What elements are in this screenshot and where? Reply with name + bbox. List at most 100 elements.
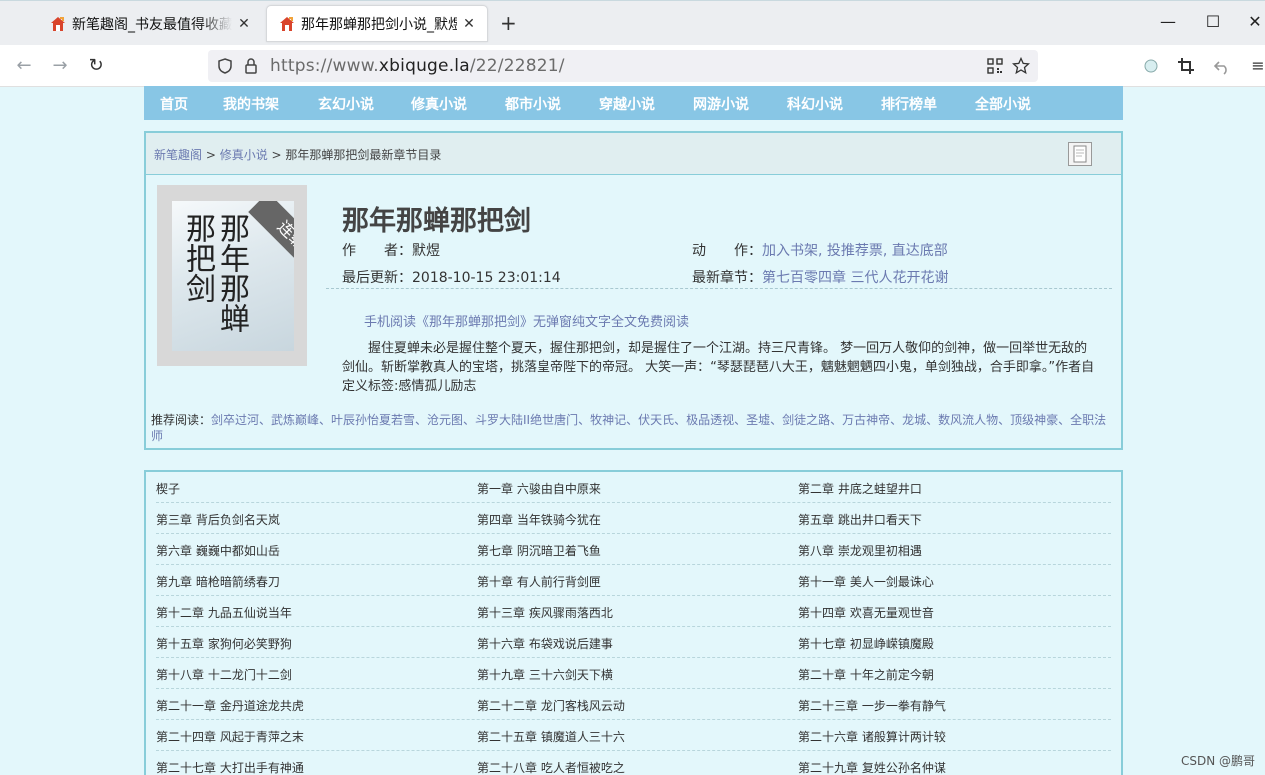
chapter-link[interactable]: 第二十二章 龙门客栈风云动 [477,697,625,714]
chapter-link[interactable]: 第十八章 十二龙门十二剑 [156,666,292,683]
chapter-link[interactable]: 楔子 [156,480,180,497]
latest-chapter-link[interactable]: 第七百零四章 三代人花开花谢 [762,270,948,286]
breadcrumb-current: 那年那蝉那把剑最新章节目录 [285,148,442,162]
book-info-panel: 新笔趣阁 > 修真小说 > 那年那蝉那把剑最新章节目录 那年那蝉那把剑 连载中 … [144,131,1123,450]
chapter-link[interactable]: 第十四章 欢喜无量观世音 [798,604,934,621]
recommend-links[interactable]: 剑卒过河、武炼巅峰、叶辰孙怡夏若雪、沧元图、斗罗大陆II绝世唐门、牧神记、伏天氏… [151,413,1106,443]
chapter-link[interactable]: 第十七章 初显峥嵘镇魔殿 [798,635,934,652]
chapter-link[interactable]: 第二十三章 一步一拳有静气 [798,697,946,714]
shield-icon[interactable] [216,57,234,75]
nav-item-chuanyue[interactable]: 穿越小说 [599,94,655,114]
chapter-row: 第三章 背后负剑名天岚 第四章 当年铁骑今犹在 第五章 跳出井口看天下 [156,503,1111,534]
chapter-link[interactable]: 第八章 崇龙观里初相遇 [798,542,922,559]
book-actions-links[interactable]: 加入书架, 投推荐票, 直达底部 [762,243,948,259]
lock-icon[interactable] [242,57,260,75]
nav-item-home[interactable]: 首页 [160,94,188,114]
chapter-link[interactable]: 第二十五章 镇魔道人三十六 [477,728,625,745]
forward-arrow-icon[interactable]: → [48,55,72,79]
browser-tab-1[interactable]: 那年那蝉那把剑小说_默煜_ ✕ [266,5,488,42]
chapter-link[interactable]: 第十九章 三十六剑天下横 [477,666,613,683]
chapter-link[interactable]: 第二十八章 吃人者恒被吃之 [477,759,625,775]
chapter-link[interactable]: 第一章 六骏由自中原来 [477,480,601,497]
tab-close-icon[interactable]: ✕ [236,16,252,32]
back-arrow-icon[interactable]: ← [12,55,36,79]
chapter-link[interactable]: 第六章 巍巍中都如山岳 [156,542,280,559]
tab-title: 那年那蝉那把剑小说_默煜_ [301,16,457,33]
chapter-link[interactable]: 第五章 跳出井口看天下 [798,511,922,528]
chapter-link[interactable]: 第二十一章 金丹道途龙共虎 [156,697,304,714]
extension-icon[interactable] [1142,57,1160,75]
breadcrumb-bar: 新笔趣阁 > 修真小说 > 那年那蝉那把剑最新章节目录 [146,133,1121,175]
book-description: 握住夏蝉未必是握住整个夏天，握住那把剑，却是握住了一个江湖。持三尺青锋。 梦一回… [342,341,1095,394]
nav-item-xuanhuan[interactable]: 玄幻小说 [318,94,374,114]
chapter-link[interactable]: 第十五章 家狗何必笑野狗 [156,635,292,652]
nav-item-dushi[interactable]: 都市小说 [505,94,561,114]
tab-title: 新笔趣阁_书友最值得收藏的网络小说阅读网 [72,16,232,33]
nav-item-xiuzhen[interactable]: 修真小说 [411,94,467,114]
chapter-link[interactable]: 第二章 井底之蛙望井口 [798,480,922,497]
new-tab-button[interactable]: + [500,11,517,35]
browser-toolbar: ← → ↻ https://www.xbiquge.la/22/22821/ ≡ [0,45,1265,87]
crop-screenshot-icon[interactable] [1177,57,1195,75]
breadcrumb-category-link[interactable]: 修真小说 [220,148,268,162]
updated-line: 最后更新：2018-10-15 23:01:14 [342,270,561,286]
chapter-link[interactable]: 第十章 有人前行背剑匣 [477,573,601,590]
chapter-link[interactable]: 第四章 当年铁骑今犹在 [477,511,601,528]
menu-icon[interactable]: ≡ [1246,55,1265,79]
chapter-link[interactable]: 第十三章 疾风骤雨落西北 [477,604,613,621]
recommend-reading: 推荐阅读：剑卒过河、武炼巅峰、叶辰孙怡夏若雪、沧元图、斗罗大陆II绝世唐门、牧神… [151,412,1117,444]
divider [326,288,1112,289]
minimize-button[interactable]: — [1158,12,1178,32]
chapter-link[interactable]: 第二十九章 复姓公孙名仲谋 [798,759,946,775]
book-title: 那年那蝉那把剑 [342,206,531,237]
nav-item-all[interactable]: 全部小说 [975,94,1031,114]
site-favicon-icon [51,16,65,31]
nav-item-kehuan[interactable]: 科幻小说 [787,94,843,114]
bookmark-star-icon[interactable] [1012,57,1030,75]
chapter-link[interactable]: 第十二章 九品五仙说当年 [156,604,292,621]
qr-code-icon[interactable] [986,57,1004,75]
updated-time: 2018-10-15 23:01:14 [412,270,561,286]
chapter-row: 第六章 巍巍中都如山岳 第七章 阴沉暗卫着飞鱼 第八章 崇龙观里初相遇 [156,534,1111,565]
breadcrumb-home-link[interactable]: 新笔趣阁 [154,148,202,162]
cover-title-text: 那年那蝉那把剑 [180,213,249,333]
chapter-link[interactable]: 第三章 背后负剑名天岚 [156,511,280,528]
address-bar[interactable]: https://www.xbiquge.la/22/22821/ [208,50,1038,82]
url-text[interactable]: https://www.xbiquge.la/22/22821/ [270,56,565,76]
chapter-link[interactable]: 第二十章 十年之前定今朝 [798,666,934,683]
breadcrumb: 新笔趣阁 > 修真小说 > 那年那蝉那把剑最新章节目录 [154,148,442,162]
chapter-link[interactable]: 第二十四章 风起于青萍之末 [156,728,304,745]
watermark: CSDN @鹏哥 [1181,754,1256,768]
book-cover-image: 那年那蝉那把剑 连载中 [157,185,307,366]
chapter-row: 第十二章 九品五仙说当年 第十三章 疾风骤雨落西北 第十四章 欢喜无量观世音 [156,596,1111,627]
document-icon[interactable] [1068,142,1092,166]
close-window-button[interactable]: ✕ [1245,12,1265,32]
chapter-link[interactable]: 第二十六章 诸般算计两计较 [798,728,946,745]
chapter-row: 第十八章 十二龙门十二剑 第十九章 三十六剑天下横 第二十章 十年之前定今朝 [156,658,1111,689]
chapter-row: 第二十七章 大打出手有神通 第二十八章 吃人者恒被吃之 第二十九章 复姓公孙名仲谋 [156,751,1111,775]
chapter-row: 第二十四章 风起于青萍之末 第二十五章 镇魔道人三十六 第二十六章 诸般算计两计较 [156,720,1111,751]
nav-item-bookshelf[interactable]: 我的书架 [223,94,279,114]
browser-tab-bar: 新笔趣阁_书友最值得收藏的网络小说阅读网 ✕ 那年那蝉那把剑小说_默煜_ ✕ +… [0,0,1265,45]
chapter-link[interactable]: 第九章 暗枪暗箭绣春刀 [156,573,280,590]
chapter-link[interactable]: 第十六章 布袋戏说后建事 [477,635,613,652]
nav-item-ranking[interactable]: 排行榜单 [881,94,937,114]
chapter-list: 楔子 第一章 六骏由自中原来 第二章 井底之蛙望井口第三章 背后负剑名天岚 第四章 当… [144,470,1123,775]
chapter-row: 楔子 第一章 六骏由自中原来 第二章 井底之蛙望井口 [156,472,1111,503]
undo-icon[interactable] [1213,57,1231,75]
serial-status-ribbon: 连载中 [248,201,294,290]
browser-tab-0[interactable]: 新笔趣阁_书友最值得收藏的网络小说阅读网 ✕ [38,5,262,42]
chapter-row: 第九章 暗枪暗箭绣春刀 第十章 有人前行背剑匣 第十一章 美人一剑最诛心 [156,565,1111,596]
latest-chapter-line: 最新章节：第七百零四章 三代人花开花谢 [692,270,949,286]
chapter-link[interactable]: 第二十七章 大打出手有神通 [156,759,304,775]
maximize-button[interactable]: ☐ [1203,12,1223,32]
reload-icon[interactable]: ↻ [84,55,108,79]
chapter-row: 第二十一章 金丹道途龙共虎 第二十二章 龙门客栈风云动 第二十三章 一步一拳有静气 [156,689,1111,720]
tab-close-icon[interactable]: ✕ [461,16,477,32]
chapter-link[interactable]: 第十一章 美人一剑最诛心 [798,573,934,590]
author-name: 默煜 [412,243,440,259]
site-favicon-icon [280,16,294,31]
mobile-read-link[interactable]: 手机阅读《那年那蝉那把剑》无弹窗纯文字全文免费阅读 [364,311,689,330]
nav-item-wangyou[interactable]: 网游小说 [693,94,749,114]
chapter-link[interactable]: 第七章 阴沉暗卫着飞鱼 [477,542,601,559]
